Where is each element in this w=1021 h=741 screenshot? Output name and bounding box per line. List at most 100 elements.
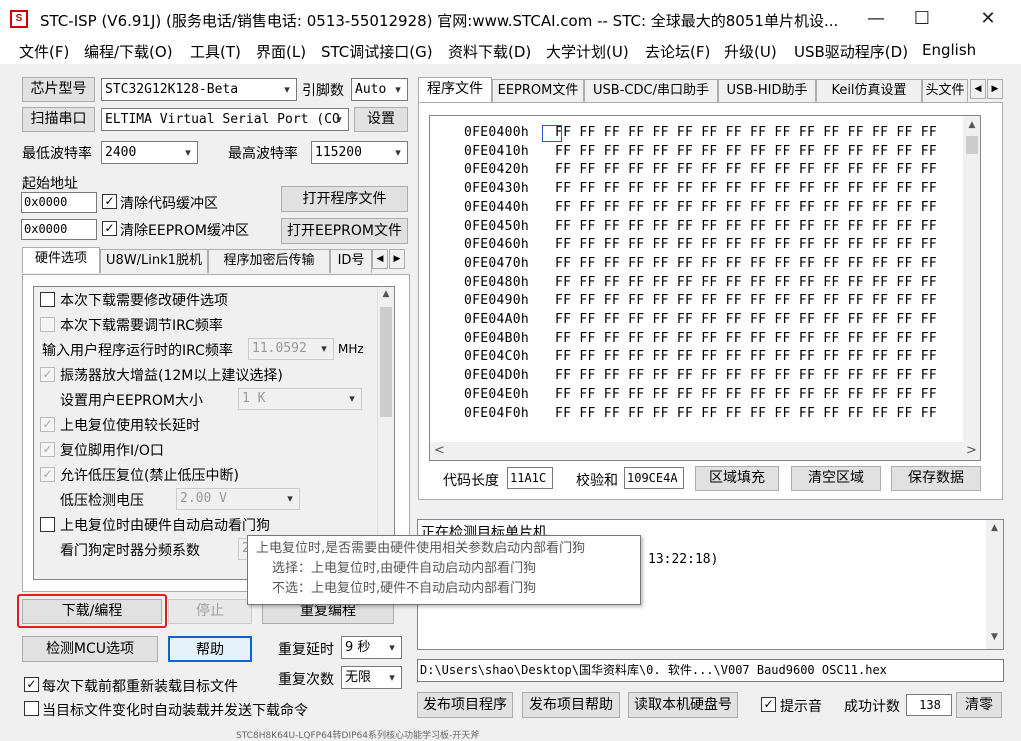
eeprom-address-field[interactable]: 0x0000 — [21, 219, 97, 240]
tab-hardware-options[interactable]: 硬件选项 — [22, 247, 100, 273]
stop-button[interactable]: 停止 — [168, 599, 252, 624]
hex-row-bytes: FF FF FF FF FF FF FF FF FF FF FF FF FF F… — [555, 293, 937, 309]
pins-select[interactable]: Auto ▾ — [351, 78, 408, 101]
hex-view[interactable]: 0FE0400h FF FF FF FF FF FF FF FF FF FF FF… — [429, 115, 981, 461]
min-baud-select[interactable]: 2400 ▾ — [101, 141, 198, 164]
save-data-button[interactable]: 保存数据 — [891, 466, 981, 491]
reset-pin-io-checkbox[interactable]: ✓ — [40, 442, 55, 457]
menu-university[interactable]: 大学计划(U) — [546, 41, 629, 62]
scroll-up-icon[interactable]: ▲ — [378, 289, 394, 299]
adjust-irc-checkbox[interactable] — [40, 317, 55, 332]
eeprom-size-select[interactable]: 1 K ▾ — [238, 388, 362, 410]
tab-usb-cdc[interactable]: USB-CDC/串口助手 — [584, 79, 718, 103]
menu-usb-driver[interactable]: USB驱动程序(D) — [794, 41, 908, 62]
low-voltage-select[interactable]: 2.00 V ▾ — [176, 488, 300, 510]
repeat-count-select[interactable]: 无限 ▾ — [341, 666, 402, 689]
irc-frequency-select[interactable]: 11.0592 ▾ — [248, 338, 334, 360]
clear-eeprom-checkbox[interactable]: ✓ — [102, 221, 117, 236]
scan-port-button[interactable]: 扫描串口 — [22, 107, 95, 132]
help-button[interactable]: 帮助 — [168, 636, 252, 662]
tab-id[interactable]: ID号 — [330, 249, 372, 273]
max-baud-select[interactable]: 115200 ▾ — [311, 141, 408, 164]
checksum-label: 校验和 — [576, 473, 618, 489]
menu-upgrade[interactable]: 升级(U) — [724, 41, 777, 62]
hex-row-bytes: FF FF FF FF FF FF FF FF FF FF FF FF FF F… — [555, 312, 937, 327]
tab-scroll-left-icon[interactable]: ◀ — [372, 249, 388, 269]
auto-load-checkbox[interactable] — [24, 701, 39, 716]
low-voltage-reset-label: 允许低压复位(禁止低压中断) — [60, 468, 239, 484]
serial-port-select[interactable]: ELTIMA Virtual Serial Port (CO ▾ — [101, 108, 349, 131]
oscillator-gain-checkbox[interactable]: ✓ — [40, 367, 55, 382]
code-address-field[interactable]: 0x0000 — [21, 192, 97, 213]
open-eeprom-file-button[interactable]: 打开EEPROM文件 — [281, 218, 408, 244]
open-program-file-button[interactable]: 打开程序文件 — [281, 186, 408, 212]
repeat-delay-value: 9 秒 — [345, 640, 371, 655]
menu-downloads[interactable]: 资料下载(D) — [448, 41, 531, 62]
tab-keil-settings[interactable]: Keil仿真设置 — [816, 79, 922, 103]
reset-count-button[interactable]: 清零 — [956, 692, 1002, 718]
tab-usb-hid[interactable]: USB-HID助手 — [718, 79, 816, 103]
hex-row-bytes: FF FF FF FF FF FF FF FF FF FF FF FF FF F… — [555, 125, 937, 140]
clear-code-checkbox[interactable]: ✓ — [102, 194, 117, 209]
minimize-button[interactable]: — — [853, 0, 899, 38]
success-count-label: 成功计数 — [844, 699, 900, 715]
publish-project-button[interactable]: 发布项目程序 — [417, 692, 513, 718]
watchdog-divider-label: 看门狗定时器分频系数 — [60, 543, 200, 559]
min-baud-label: 最低波特率 — [22, 146, 92, 162]
tab-header-file[interactable]: 头文件 — [922, 79, 968, 103]
hex-row-address: 0FE04E0h — [464, 386, 530, 402]
menu-tools[interactable]: 工具(T) — [190, 41, 241, 62]
area-fill-button[interactable]: 区域填充 — [695, 466, 779, 491]
read-disk-id-button[interactable]: 读取本机硬盘号 — [628, 692, 738, 718]
scroll-up-icon[interactable]: ▲ — [963, 120, 980, 130]
scroll-up-icon[interactable]: ▲ — [986, 523, 1003, 533]
check-mcu-button[interactable]: 检测MCU选项 — [22, 636, 158, 662]
tab-u8w-offline[interactable]: U8W/Link1脱机 — [100, 249, 208, 273]
settings-button[interactable]: 设置 — [354, 107, 408, 132]
hex-vertical-scrollbar[interactable]: ▲ — [963, 116, 980, 442]
scroll-down-icon[interactable]: ▼ — [986, 632, 1003, 642]
repeat-count-label: 重复次数 — [278, 672, 334, 688]
hex-row: 0FE04B0h FF FF FF FF FF FF FF FF FF FF FF… — [464, 331, 937, 346]
tab-program-file[interactable]: 程序文件 — [418, 77, 492, 103]
repeat-delay-select[interactable]: 9 秒 ▾ — [341, 636, 402, 659]
tab-scroll-right-icon[interactable]: ▶ — [389, 249, 405, 269]
low-voltage-reset-checkbox[interactable]: ✓ — [40, 467, 55, 482]
menu-file[interactable]: 文件(F) — [19, 41, 69, 62]
auto-watchdog-checkbox[interactable] — [40, 517, 55, 532]
hex-row-address: 0FE0470h — [464, 255, 530, 271]
hex-horizontal-scrollbar[interactable]: < > — [430, 442, 980, 460]
menu-ui[interactable]: 界面(L) — [256, 41, 306, 62]
long-delay-label: 上电复位使用较长延时 — [60, 418, 200, 434]
menu-debug[interactable]: STC调试接口(G) — [321, 41, 433, 62]
download-program-button[interactable]: 下载/编程 — [22, 599, 162, 624]
auto-load-label: 当目标文件变化时自动装载并发送下载命令 — [42, 703, 308, 719]
hex-row-address: 0FE0460h — [464, 237, 530, 253]
long-delay-checkbox[interactable]: ✓ — [40, 417, 55, 432]
tab-scroll-left-icon[interactable]: ◀ — [970, 79, 986, 99]
modify-hardware-checkbox[interactable] — [40, 292, 55, 307]
hex-row-address: 0FE0430h — [464, 181, 530, 197]
scroll-right-icon[interactable]: > — [966, 443, 977, 458]
hex-scroll-thumb[interactable] — [966, 136, 978, 154]
tab-eeprom-file[interactable]: EEPROM文件 — [492, 79, 584, 103]
beep-checkbox[interactable]: ✓ — [761, 697, 776, 712]
publish-help-button[interactable]: 发布项目帮助 — [522, 692, 620, 718]
close-button[interactable]: ✕ — [965, 0, 1011, 38]
menu-forum[interactable]: 去论坛(F) — [645, 41, 710, 62]
reload-target-checkbox[interactable]: ✓ — [24, 677, 39, 692]
maximize-button[interactable]: ☐ — [899, 0, 945, 38]
options-scroll-thumb[interactable] — [380, 307, 392, 417]
scroll-left-icon[interactable]: < — [434, 443, 445, 458]
tab-encrypted-transfer[interactable]: 程序加密后传输 — [208, 249, 330, 273]
chip-model-button[interactable]: 芯片型号 — [22, 77, 95, 102]
hex-row-address: 0FE0490h — [464, 293, 530, 309]
log-line-time: 13:22:18) — [648, 552, 719, 567]
chip-model-select[interactable]: STC32G12K128-Beta ▾ — [101, 78, 297, 101]
clear-area-button[interactable]: 清空区域 — [791, 466, 881, 491]
tab-scroll-right-icon[interactable]: ▶ — [987, 79, 1003, 99]
log-scrollbar[interactable]: ▲ ▼ — [986, 520, 1003, 649]
menu-english[interactable]: English — [922, 41, 976, 59]
menu-program[interactable]: 编程/下载(O) — [84, 41, 173, 62]
hex-row: 0FE0430h FF FF FF FF FF FF FF FF FF FF FF… — [464, 181, 937, 196]
